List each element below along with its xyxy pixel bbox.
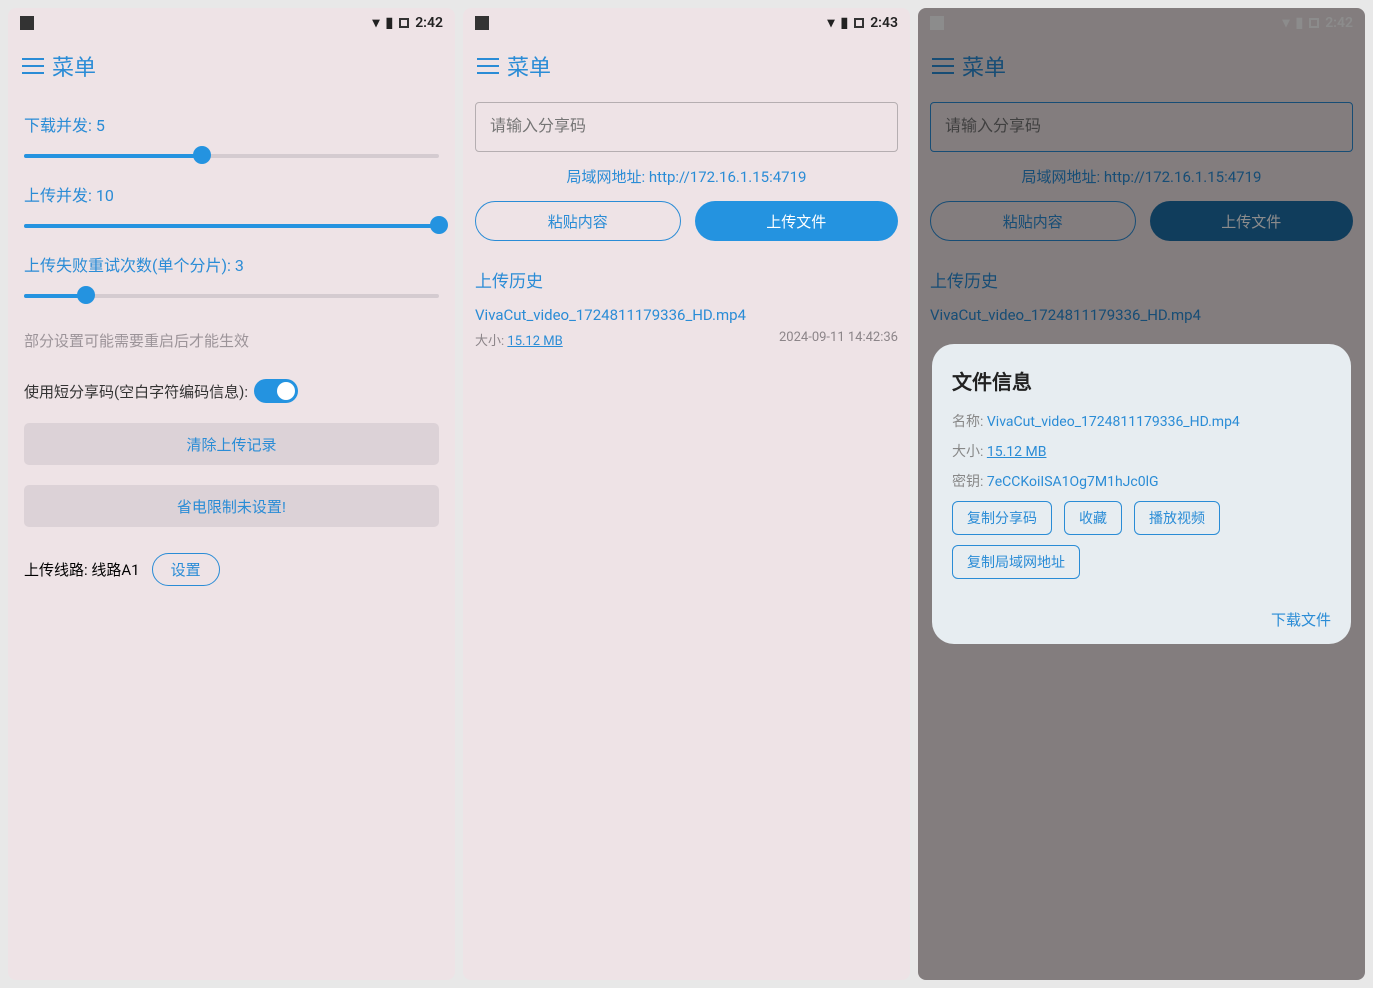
app-icon	[20, 16, 34, 30]
settings-screen: ▾ ▮ 2:42 菜单 下载并发: 5 上传并发: 10 上传失败重试次数(单个…	[8, 8, 455, 980]
status-time: 2:42	[415, 15, 443, 31]
power-limit-button[interactable]: 省电限制未设置!	[24, 485, 439, 527]
status-time: 2:43	[870, 15, 898, 31]
battery-icon	[399, 18, 409, 28]
shortcode-toggle[interactable]	[254, 379, 298, 403]
upload-route-label: 上传线路: 线路A1	[24, 559, 140, 580]
wifi-icon: ▾	[827, 15, 834, 31]
status-bar: ▾ ▮ 2:43	[463, 8, 910, 38]
clear-upload-history-button[interactable]: 清除上传记录	[24, 423, 439, 465]
menu-label: 菜单	[52, 50, 96, 82]
paste-button[interactable]: 粘贴内容	[475, 201, 681, 241]
app-icon	[475, 16, 489, 30]
battery-icon	[854, 18, 864, 28]
retry-slider[interactable]	[24, 284, 439, 308]
signal-icon: ▮	[840, 15, 848, 31]
file-size-value[interactable]: 15.12 MB	[987, 444, 1047, 460]
file-name-label: 名称:	[952, 414, 983, 430]
file-key-label: 密钥:	[952, 474, 983, 490]
status-bar: ▾ ▮ 2:42	[8, 8, 455, 38]
signal-icon: ▮	[385, 15, 393, 31]
settings-note: 部分设置可能需要重启后才能生效	[24, 330, 439, 351]
share-code-input[interactable]	[475, 102, 898, 152]
shortcode-label: 使用短分享码(空白字符编码信息):	[24, 381, 248, 402]
lan-address-label: 局域网地址: http://172.16.1.15:4719	[475, 166, 898, 187]
file-info-screen: ▾ ▮ 2:42 菜单 局域网地址: http://172.16.1.15:47…	[918, 8, 1365, 980]
play-video-button[interactable]: 播放视频	[1134, 501, 1220, 535]
history-file-name: VivaCut_video_1724811179336_HD.mp4	[475, 306, 898, 324]
favorite-button[interactable]: 收藏	[1064, 501, 1122, 535]
menu-label: 菜单	[507, 50, 551, 82]
history-item[interactable]: VivaCut_video_1724811179336_HD.mp4 大小: 1…	[475, 306, 898, 349]
upload-concurrency-label: 上传并发: 10	[24, 182, 439, 206]
copy-lan-address-button[interactable]: 复制局域网地址	[952, 545, 1080, 579]
download-concurrency-slider[interactable]	[24, 144, 439, 168]
file-info-dialog: 文件信息 名称: VivaCut_video_1724811179336_HD.…	[932, 344, 1351, 644]
hamburger-icon[interactable]	[22, 58, 44, 74]
upload-file-button[interactable]: 上传文件	[695, 201, 899, 241]
menu-header[interactable]: 菜单	[8, 38, 455, 92]
file-key-value[interactable]: 7eCCKoiISA1Og7M1hJc0lG	[987, 474, 1159, 490]
download-concurrency-label: 下载并发: 5	[24, 112, 439, 136]
download-file-link[interactable]: 下载文件	[1271, 611, 1331, 629]
wifi-icon: ▾	[372, 15, 379, 31]
route-settings-button[interactable]: 设置	[152, 553, 220, 586]
file-name-value: VivaCut_video_1724811179336_HD.mp4	[987, 414, 1240, 430]
file-size-label: 大小:	[952, 444, 983, 460]
hamburger-icon[interactable]	[477, 58, 499, 74]
menu-header[interactable]: 菜单	[463, 38, 910, 92]
history-size-label: 大小:	[475, 334, 504, 349]
upload-history-title: 上传历史	[475, 267, 898, 292]
retry-label: 上传失败重试次数(单个分片): 3	[24, 252, 439, 276]
history-time: 2024-09-11 14:42:36	[779, 330, 898, 349]
upload-screen: ▾ ▮ 2:43 菜单 局域网地址: http://172.16.1.15:47…	[463, 8, 910, 980]
modal-overlay[interactable]: 文件信息 名称: VivaCut_video_1724811179336_HD.…	[918, 8, 1365, 980]
upload-concurrency-slider[interactable]	[24, 214, 439, 238]
dialog-title: 文件信息	[952, 366, 1331, 395]
history-size-value[interactable]: 15.12 MB	[507, 334, 562, 349]
copy-share-code-button[interactable]: 复制分享码	[952, 501, 1052, 535]
